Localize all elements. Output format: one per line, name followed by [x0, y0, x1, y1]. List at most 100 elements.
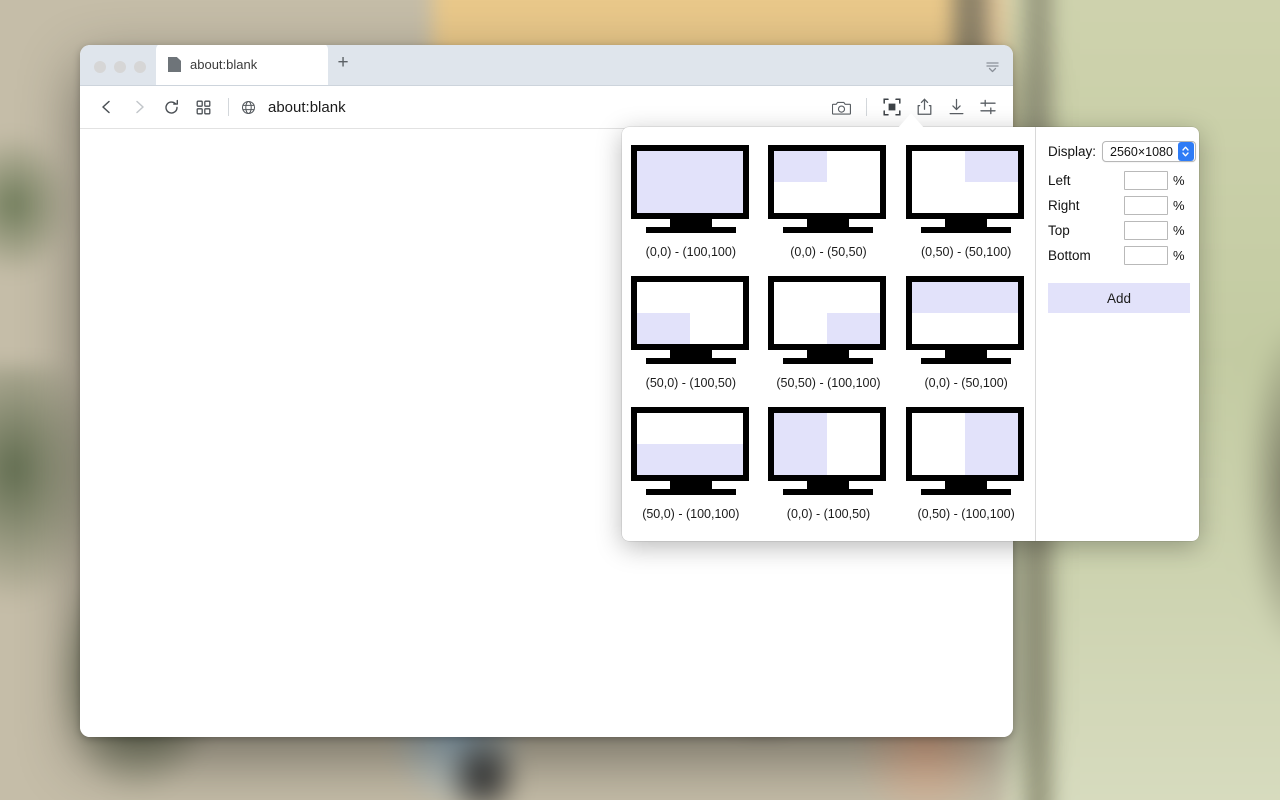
monitor-stand-neck [669, 219, 712, 227]
field-row: Left% [1048, 171, 1187, 190]
preset-label: (0,50) - (100,100) [917, 507, 1015, 521]
monitor-stand-neck [669, 481, 712, 489]
selected-region [636, 313, 690, 344]
monitor-thumbnail[interactable] [630, 145, 751, 233]
wallpaper-foliage-topleft [0, 123, 79, 286]
preset-grid: (0,0) - (100,100) (0,0) - (50,50) (0,50) -… [622, 127, 1035, 541]
display-row: Display: 2560×1080 [1048, 141, 1196, 162]
sliders-icon[interactable] [973, 92, 1003, 122]
preset-cell[interactable]: (0,0) - (100,50) [768, 407, 888, 538]
percent-label: % [1173, 198, 1185, 213]
monitor-thumbnail[interactable] [906, 276, 1026, 364]
percent-label: % [1173, 248, 1185, 263]
monitor-screen [906, 276, 1025, 350]
monitor-stand-base [783, 489, 874, 495]
monitor-stand-neck [945, 350, 988, 358]
monitor-screen [630, 407, 749, 481]
address-bar-input[interactable]: about:blank [268, 99, 824, 116]
monitor-stand-base [645, 489, 736, 495]
field-label: Right [1048, 198, 1080, 213]
region-settings-panel: Display: 2560×1080 Left% Right% Top% Bottom… [1035, 127, 1199, 541]
minimize-button[interactable] [114, 61, 126, 73]
monitor-stand-base [645, 358, 736, 364]
preset-label: (0,50) - (50,100) [920, 245, 1012, 259]
monitor-thumbnail[interactable] [630, 407, 751, 495]
margin-input-top[interactable] [1124, 221, 1168, 240]
monitor-screen [768, 276, 887, 350]
back-chevron-icon[interactable] [92, 92, 122, 122]
margin-input-left[interactable] [1124, 171, 1168, 190]
tab-bar: about:blank + [80, 45, 1013, 86]
monitor-thumbnail[interactable] [768, 145, 888, 233]
monitor-thumbnail[interactable] [768, 276, 888, 364]
crop-region-icon[interactable] [877, 92, 907, 122]
monitor-stand-neck [807, 219, 850, 227]
monitor-stand-base [921, 358, 1012, 364]
page-icon [168, 57, 181, 72]
preset-cell[interactable]: (50,50) - (100,100) [768, 276, 888, 407]
monitor-screen [630, 145, 749, 219]
add-button[interactable]: Add [1048, 283, 1190, 313]
maximize-button[interactable] [134, 61, 146, 73]
preset-label: (0,0) - (100,100) [645, 245, 736, 259]
preset-cell[interactable]: (50,0) - (100,100) [630, 407, 751, 538]
selected-region [965, 151, 1019, 182]
monitor-stand-base [645, 227, 736, 233]
monitor-stand-base [921, 489, 1012, 495]
monitor-stand-neck [807, 350, 850, 358]
monitor-stand-neck [945, 219, 988, 227]
show-all-tabs-icon[interactable] [981, 57, 1003, 77]
monitor-stand-base [921, 227, 1012, 233]
globe-icon [241, 100, 256, 115]
preset-cell[interactable]: (0,50) - (50,100) [906, 145, 1026, 276]
monitor-screen [768, 407, 887, 481]
monitor-stand-neck [945, 481, 988, 489]
toolbar-divider [228, 98, 229, 116]
margin-input-right[interactable] [1124, 196, 1168, 215]
monitor-thumbnail[interactable] [630, 276, 751, 364]
tab-label: about:blank [190, 57, 258, 72]
grid-view-icon[interactable] [188, 92, 218, 122]
field-label: Top [1048, 223, 1070, 238]
preset-label: (0,0) - (50,50) [790, 245, 867, 259]
field-row: Right% [1048, 196, 1187, 215]
new-tab-button[interactable]: + [328, 45, 358, 85]
monitor-thumbnail[interactable] [906, 407, 1026, 495]
preset-label: (0,0) - (100,50) [786, 507, 871, 521]
monitor-stand-base [783, 227, 874, 233]
percent-label: % [1173, 223, 1185, 238]
display-select[interactable]: 2560×1080 [1102, 141, 1196, 162]
selected-region [965, 413, 1019, 475]
monitor-stand-base [783, 358, 874, 364]
reload-icon[interactable] [156, 92, 186, 122]
stepper-updown-icon[interactable] [1177, 142, 1194, 161]
selected-region [774, 151, 828, 182]
selected-region [827, 313, 881, 344]
display-label: Display: [1048, 144, 1097, 159]
monitor-screen [906, 145, 1025, 219]
wallpaper-text-right [1244, 313, 1280, 660]
preset-cell[interactable]: (50,0) - (100,50) [630, 276, 751, 407]
selected-region [912, 282, 1019, 313]
window-controls [80, 61, 156, 85]
preset-label: (50,0) - (100,50) [645, 376, 736, 390]
monitor-thumbnail[interactable] [768, 407, 888, 495]
camera-icon[interactable] [826, 92, 856, 122]
monitor-screen [768, 145, 887, 219]
forward-chevron-icon[interactable] [124, 92, 154, 122]
preset-cell[interactable]: (0,0) - (100,100) [630, 145, 751, 276]
tools-divider [866, 98, 867, 116]
capture-region-popover: (0,0) - (100,100) (0,0) - (50,50) (0,50) -… [622, 127, 1199, 541]
field-label: Left [1048, 173, 1071, 188]
margin-input-bottom[interactable] [1124, 246, 1168, 265]
monitor-thumbnail[interactable] [906, 145, 1026, 233]
download-icon[interactable] [941, 92, 971, 122]
preset-cell[interactable]: (0,50) - (100,100) [906, 407, 1026, 538]
selected-region [636, 151, 743, 213]
display-select-value: 2560×1080 [1110, 144, 1173, 159]
preset-label: (50,0) - (100,100) [642, 507, 740, 521]
close-button[interactable] [94, 61, 106, 73]
browser-tab[interactable]: about:blank [156, 45, 328, 85]
preset-cell[interactable]: (0,0) - (50,100) [906, 276, 1026, 407]
preset-cell[interactable]: (0,0) - (50,50) [768, 145, 888, 276]
